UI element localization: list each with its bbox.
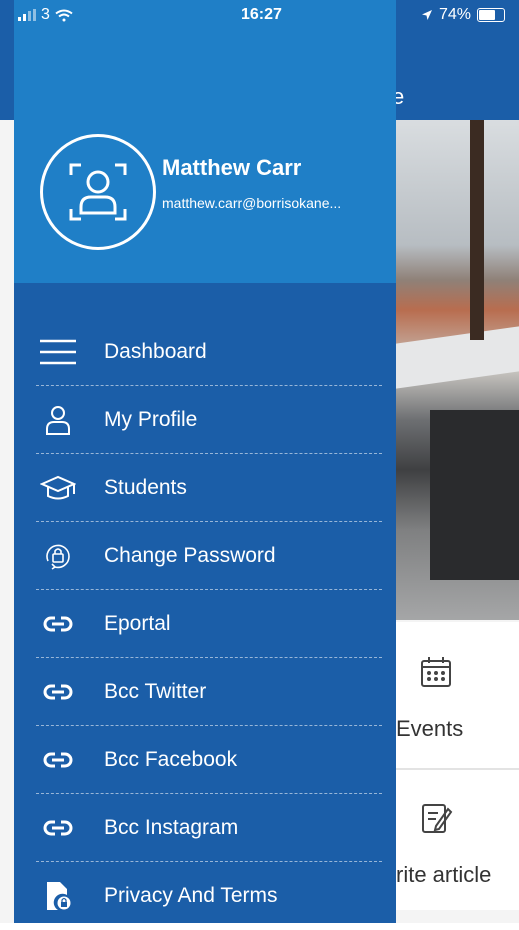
- calendar-icon: [418, 654, 454, 690]
- school-photo-tree: [470, 120, 484, 340]
- status-right: 74%: [421, 6, 505, 24]
- menu-item-privacy-and-terms[interactable]: Privacy And Terms: [36, 862, 382, 930]
- menu-label: Eportal: [104, 611, 171, 635]
- write-article-label: rite article: [396, 862, 492, 887]
- carrier-label: 3: [41, 6, 50, 23]
- events-label: Events: [396, 716, 464, 741]
- link-icon: [38, 672, 78, 712]
- events-card[interactable]: [396, 622, 519, 770]
- wifi-icon: [55, 9, 73, 22]
- avatar-frame-icon: [69, 163, 127, 221]
- drawer-header: Matthew Carr matthew.carr@borrisokane...: [14, 0, 396, 283]
- menu-item-bcc-twitter[interactable]: Bcc Twitter: [36, 658, 382, 726]
- edit-icon: [418, 800, 454, 836]
- hamburger-icon: [38, 332, 78, 372]
- menu-label: Change Password: [104, 543, 276, 567]
- link-icon: [38, 740, 78, 780]
- menu-label: My Profile: [104, 407, 198, 431]
- menu-item-my-profile[interactable]: My Profile: [36, 386, 382, 454]
- status-bar: 3 16:27 74%: [0, 0, 519, 30]
- menu-item-bcc-facebook[interactable]: Bcc Facebook: [36, 726, 382, 794]
- location-arrow-icon: [421, 9, 433, 21]
- menu-item-dashboard[interactable]: Dashboard: [36, 318, 382, 386]
- status-time: 16:27: [241, 6, 282, 23]
- document-lock-icon: [38, 876, 78, 916]
- avatar[interactable]: [40, 134, 156, 250]
- graduation-cap-icon: [38, 468, 78, 508]
- navigation-drawer: Matthew Carr matthew.carr@borrisokane...…: [14, 0, 396, 923]
- menu-item-students[interactable]: Students: [36, 454, 382, 522]
- menu-item-eportal[interactable]: Eportal: [36, 590, 382, 658]
- menu-item-change-password[interactable]: Change Password: [36, 522, 382, 590]
- school-photo-entrance: [430, 410, 519, 580]
- battery-icon: [477, 8, 505, 22]
- menu-label: Bcc Instagram: [104, 815, 239, 839]
- write-article-card[interactable]: [396, 770, 519, 910]
- user-email: matthew.carr@borrisokane...: [162, 195, 342, 211]
- lock-refresh-icon: [38, 536, 78, 576]
- menu-label: Privacy And Terms: [104, 884, 278, 907]
- signal-icon: [18, 9, 36, 21]
- menu-label: Dashboard: [104, 339, 207, 363]
- link-icon: [38, 808, 78, 848]
- user-name: Matthew Carr: [162, 155, 302, 180]
- drawer-menu: Dashboard My Profile Students Change Pas…: [14, 318, 396, 930]
- status-left: 3: [18, 6, 73, 24]
- menu-label: Students: [104, 475, 187, 499]
- battery-percentage: 74%: [438, 6, 471, 23]
- person-icon: [38, 400, 78, 440]
- link-icon: [38, 604, 78, 644]
- battery-fill: [479, 10, 495, 20]
- menu-label: Bcc Facebook: [104, 747, 238, 771]
- menu-item-bcc-instagram[interactable]: Bcc Instagram: [36, 794, 382, 862]
- menu-label: Bcc Twitter: [104, 679, 207, 703]
